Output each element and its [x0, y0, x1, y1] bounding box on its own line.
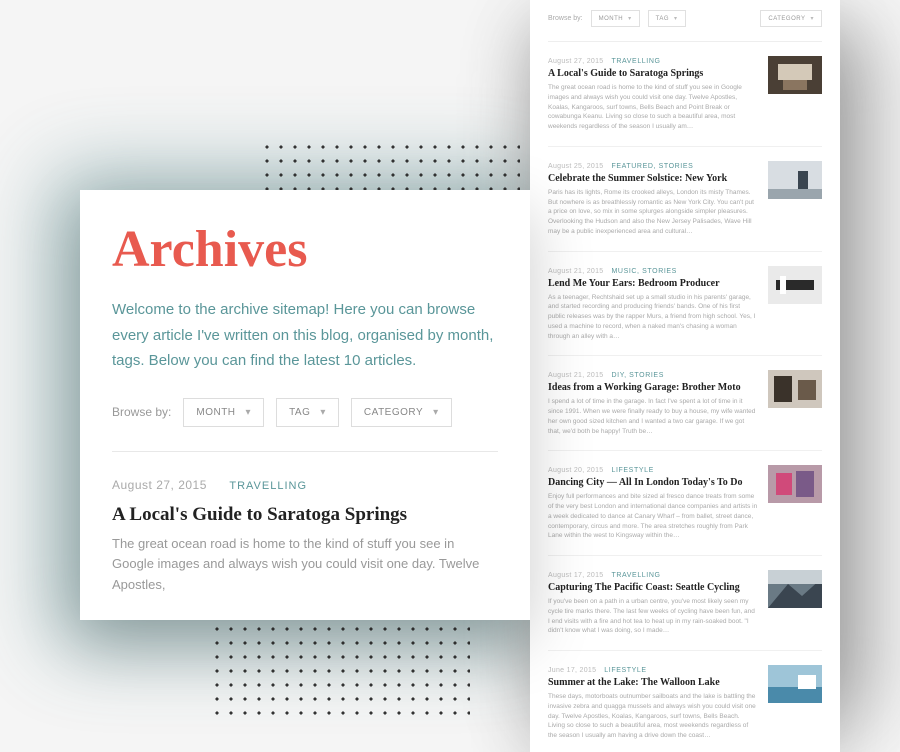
post-date: August 20, 2015 — [548, 467, 604, 474]
post-meta: August 27, 2015 TRAVELLING — [548, 56, 758, 65]
post-title-link[interactable]: Summer at the Lake: The Walloon Lake — [548, 677, 758, 688]
post-item: August 25, 2015 FEATURED, STORIES Celebrat… — [548, 147, 822, 252]
chevron-down-icon: ▾ — [674, 15, 678, 22]
post-item: August 27, 2015 TRAVELLING A Local's Guide… — [548, 42, 822, 147]
post-category-link[interactable]: TRAVELLING — [612, 58, 661, 65]
post-meta: August 17, 2015 TRAVELLING — [548, 570, 758, 579]
chevron-down-icon: ▾ — [246, 407, 252, 418]
post-excerpt: If you've been on a path in a urban cent… — [548, 597, 758, 636]
select-label: CATEGORY — [364, 407, 423, 418]
post-thumbnail[interactable] — [768, 370, 822, 408]
post-date: August 21, 2015 — [548, 372, 604, 379]
post-content: August 21, 2015 DIY, STORIES Ideas from a … — [548, 370, 758, 436]
post-category-link[interactable]: FEATURED, STORIES — [612, 163, 694, 170]
post-content: August 27, 2015 TRAVELLING A Local's Guide… — [548, 56, 758, 132]
featured-post: August 27, 2015 TRAVELLING A Local's Gui… — [112, 476, 498, 596]
post-content: August 20, 2015 LIFESTYLE Dancing City — A… — [548, 465, 758, 541]
post-meta: August 21, 2015 DIY, STORIES — [548, 370, 758, 379]
post-excerpt: Paris has its lights, Rome its crooked a… — [548, 188, 758, 237]
post-category-link[interactable]: DIY, STORIES — [612, 372, 664, 379]
post-item: June 17, 2015 LIFESTYLE Summer at the Lake… — [548, 651, 822, 752]
post-title-link[interactable]: Ideas from a Working Garage: Brother Mot… — [548, 382, 758, 393]
post-excerpt: Enjoy full performances and bite sized a… — [548, 492, 758, 541]
post-meta: August 21, 2015 MUSIC, STORIES — [548, 266, 758, 275]
post-list: August 27, 2015 TRAVELLING A Local's Guide… — [548, 42, 822, 752]
post-title-link[interactable]: Lend Me Your Ears: Bedroom Producer — [548, 278, 758, 289]
post-content: August 17, 2015 TRAVELLING Capturing The P… — [548, 570, 758, 636]
select-label: MONTH — [599, 16, 624, 22]
post-title-link[interactable]: Celebrate the Summer Solstice: New York — [548, 173, 758, 184]
select-label: CATEGORY — [768, 16, 805, 22]
archives-list-card: Browse by: MONTH ▾ TAG ▾ CATEGORY ▾ Augu… — [530, 0, 840, 752]
post-thumbnail[interactable] — [768, 665, 822, 703]
page-intro: Welcome to the archive sitemap! Here you… — [112, 297, 498, 374]
post-thumbnail[interactable] — [768, 56, 822, 94]
tag-select[interactable]: TAG ▾ — [276, 398, 339, 427]
browse-by-label: Browse by: — [112, 405, 171, 419]
post-excerpt: The great ocean road is home to the kind… — [548, 83, 758, 132]
select-label: TAG — [289, 407, 310, 418]
select-label: TAG — [656, 16, 669, 22]
post-item: August 20, 2015 LIFESTYLE Dancing City — A… — [548, 451, 822, 556]
post-thumbnail[interactable] — [768, 161, 822, 199]
post-content: June 17, 2015 LIFESTYLE Summer at the Lake… — [548, 665, 758, 741]
chevron-down-icon: ▾ — [433, 407, 439, 418]
category-select[interactable]: CATEGORY ▾ — [351, 398, 452, 427]
browse-by-label: Browse by: — [548, 15, 583, 22]
post-date: August 21, 2015 — [548, 268, 604, 275]
post-date: August 17, 2015 — [548, 572, 604, 579]
post-category-link[interactable]: TRAVELLING — [612, 572, 661, 579]
post-meta: August 25, 2015 FEATURED, STORIES — [548, 161, 758, 170]
tag-select[interactable]: TAG ▾ — [648, 10, 686, 27]
post-title-link[interactable]: A Local's Guide to Saratoga Springs — [548, 68, 758, 79]
archives-hero-card: Archives Welcome to the archive sitemap!… — [80, 190, 530, 620]
chevron-down-icon: ▾ — [628, 15, 632, 22]
month-select[interactable]: MONTH ▾ — [591, 10, 640, 27]
post-thumbnail[interactable] — [768, 266, 822, 304]
post-meta: June 17, 2015 LIFESTYLE — [548, 665, 758, 674]
post-content: August 21, 2015 MUSIC, STORIES Lend Me You… — [548, 266, 758, 342]
chevron-down-icon: ▾ — [810, 15, 814, 22]
post-excerpt: As a teenager, Rechtshaid set up a small… — [548, 293, 758, 342]
page-title: Archives — [112, 220, 498, 279]
post-title-link[interactable]: Dancing City — All In London Today's To … — [548, 477, 758, 488]
post-excerpt: These days, motorboats outnumber sailboa… — [548, 692, 758, 741]
post-date: August 27, 2015 — [548, 58, 604, 65]
post-category-link[interactable]: MUSIC, STORIES — [612, 268, 677, 275]
post-title-link[interactable]: Capturing The Pacific Coast: Seattle Cyc… — [548, 582, 758, 593]
post-item: August 21, 2015 DIY, STORIES Ideas from a … — [548, 356, 822, 451]
select-label: MONTH — [196, 407, 235, 418]
post-date: August 27, 2015 — [112, 478, 207, 492]
post-item: August 17, 2015 TRAVELLING Capturing The P… — [548, 556, 822, 651]
decorative-dots — [260, 140, 520, 190]
month-select[interactable]: MONTH ▾ — [183, 398, 264, 427]
chevron-down-icon: ▾ — [320, 407, 326, 418]
decorative-dots — [210, 622, 470, 722]
post-category-link[interactable]: TRAVELLING — [229, 480, 307, 492]
category-select[interactable]: CATEGORY ▾ — [760, 10, 822, 27]
post-meta: August 20, 2015 LIFESTYLE — [548, 465, 758, 474]
browse-filter-row: Browse by: MONTH ▾ TAG ▾ CATEGORY ▾ — [548, 10, 822, 42]
post-thumbnail[interactable] — [768, 465, 822, 503]
post-item: August 21, 2015 MUSIC, STORIES Lend Me You… — [548, 252, 822, 357]
post-category-link[interactable]: LIFESTYLE — [604, 667, 646, 674]
browse-filter-row: Browse by: MONTH ▾ TAG ▾ CATEGORY ▾ — [112, 398, 498, 452]
post-meta: August 27, 2015 TRAVELLING — [112, 476, 498, 494]
post-title-link[interactable]: A Local's Guide to Saratoga Springs — [112, 504, 498, 526]
post-excerpt: I spend a lot of time in the garage. In … — [548, 397, 758, 436]
post-thumbnail[interactable] — [768, 570, 822, 608]
post-date: August 25, 2015 — [548, 163, 604, 170]
post-content: August 25, 2015 FEATURED, STORIES Celebrat… — [548, 161, 758, 237]
post-date: June 17, 2015 — [548, 667, 596, 674]
post-excerpt: The great ocean road is home to the kind… — [112, 534, 498, 596]
post-category-link[interactable]: LIFESTYLE — [612, 467, 654, 474]
